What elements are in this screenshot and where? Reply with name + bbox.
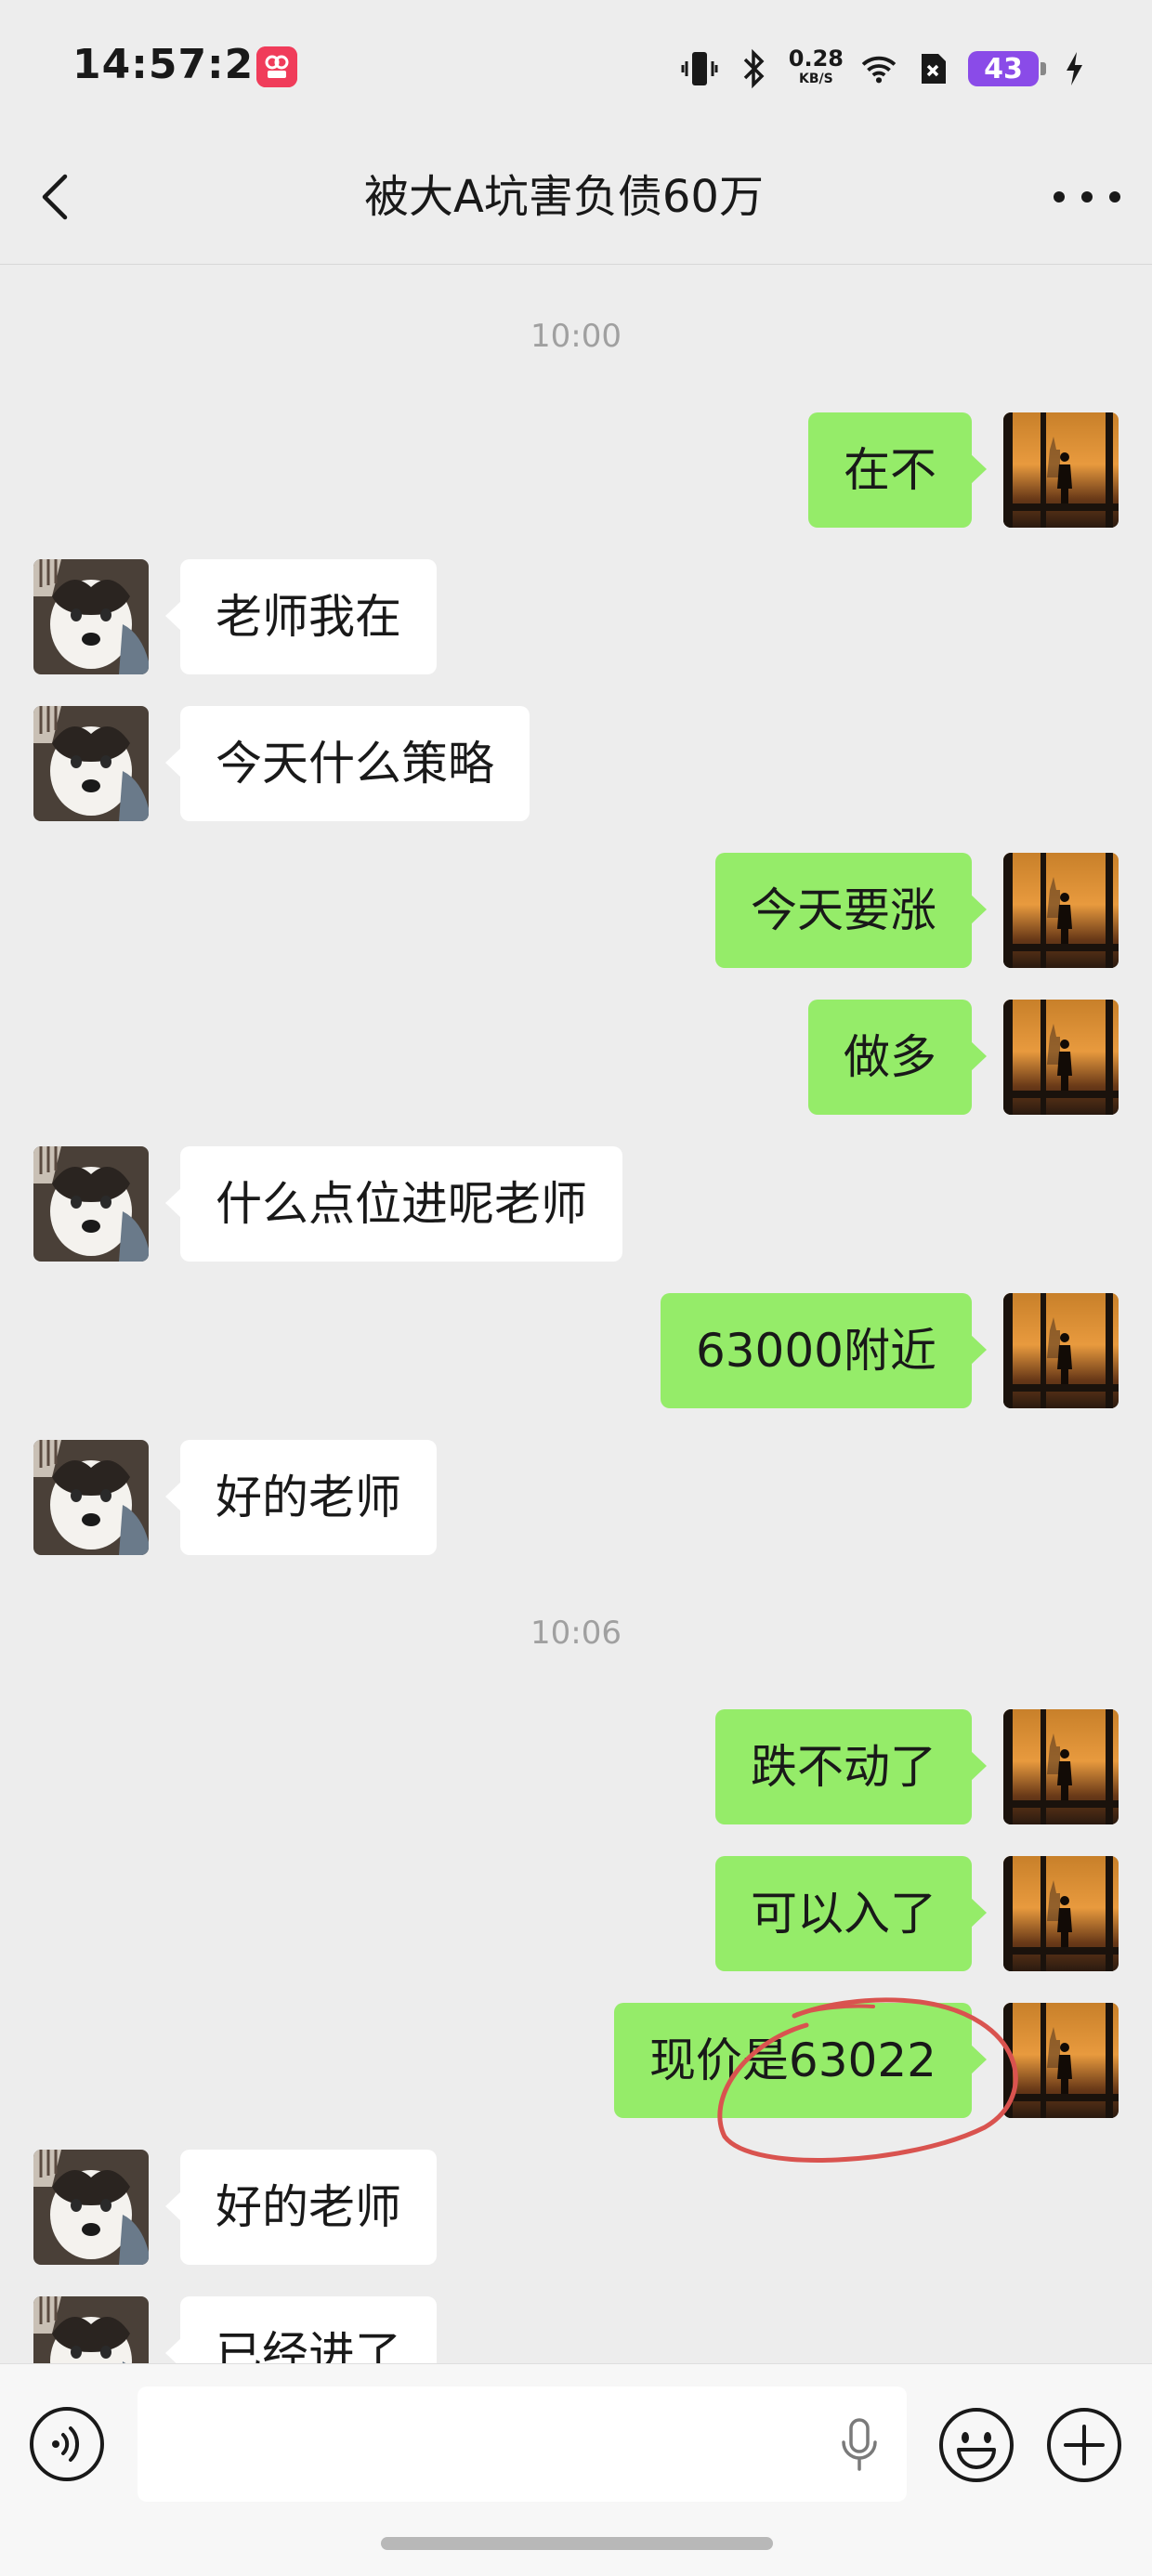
charging-icon — [1055, 48, 1093, 89]
message-bubble-received[interactable]: 什么点位进呢老师 — [165, 1146, 622, 1262]
message-bubble-received[interactable]: 老师我在 — [165, 559, 437, 674]
voice-input-icon[interactable] — [28, 2405, 106, 2483]
microphone-icon[interactable] — [836, 2414, 883, 2474]
add-more-icon[interactable] — [1044, 2405, 1124, 2485]
chat-header: 被大A坑害负债60万 — [0, 130, 1152, 265]
bluetooth-icon — [735, 48, 772, 89]
contact-avatar[interactable] — [33, 706, 149, 821]
emoji-icon[interactable] — [936, 2405, 1016, 2485]
vibrate-icon — [681, 48, 718, 89]
battery-indicator: 43 — [968, 51, 1046, 86]
my-avatar[interactable] — [1003, 412, 1119, 528]
my-avatar[interactable] — [1003, 1709, 1119, 1824]
chat-title: 被大A坑害负债60万 — [364, 171, 764, 223]
message-bubble-received[interactable]: 好的老师 — [165, 1440, 437, 1555]
app-notification-icon — [256, 46, 297, 87]
my-avatar[interactable] — [1003, 1856, 1119, 1971]
message-bubble-received[interactable]: 好的老师 — [165, 2150, 437, 2265]
my-avatar[interactable] — [1003, 853, 1119, 968]
message-bubble-sent[interactable]: 跌不动了 — [715, 1709, 987, 1824]
contact-avatar[interactable] — [33, 1146, 149, 1262]
message-input[interactable] — [137, 2386, 907, 2502]
sim-icon — [914, 48, 951, 89]
contact-avatar[interactable] — [33, 1440, 149, 1555]
contact-avatar[interactable] — [33, 2150, 149, 2265]
status-time: 14:57:28 — [72, 41, 283, 88]
message-bubble-sent[interactable]: 现价是63022 — [613, 2003, 988, 2118]
status-bar: 14:57:28 0.28 KB/S 43 — [0, 0, 1152, 130]
network-speed: 0.28 KB/S — [788, 46, 844, 86]
timestamp: 10:00 — [530, 318, 622, 355]
my-avatar[interactable] — [1003, 1000, 1119, 1115]
message-bubble-sent[interactable]: 可以入了 — [715, 1856, 987, 1971]
contact-avatar[interactable] — [33, 559, 149, 674]
message-bubble-sent[interactable]: 做多 — [808, 1000, 987, 1115]
message-bubble-sent[interactable]: 在不 — [808, 412, 987, 528]
message-bubble-sent[interactable]: 今天要涨 — [715, 853, 987, 968]
my-avatar[interactable] — [1003, 2003, 1119, 2118]
message-bubble-received[interactable]: 今天什么策略 — [165, 706, 530, 821]
more-options-icon[interactable] — [1054, 177, 1120, 217]
my-avatar[interactable] — [1003, 1293, 1119, 1408]
timestamp: 10:06 — [530, 1615, 622, 1652]
wifi-icon — [860, 48, 897, 89]
message-bubble-sent[interactable]: 63000附近 — [660, 1293, 988, 1408]
home-indicator[interactable] — [381, 2537, 773, 2550]
input-bar — [0, 2363, 1152, 2576]
